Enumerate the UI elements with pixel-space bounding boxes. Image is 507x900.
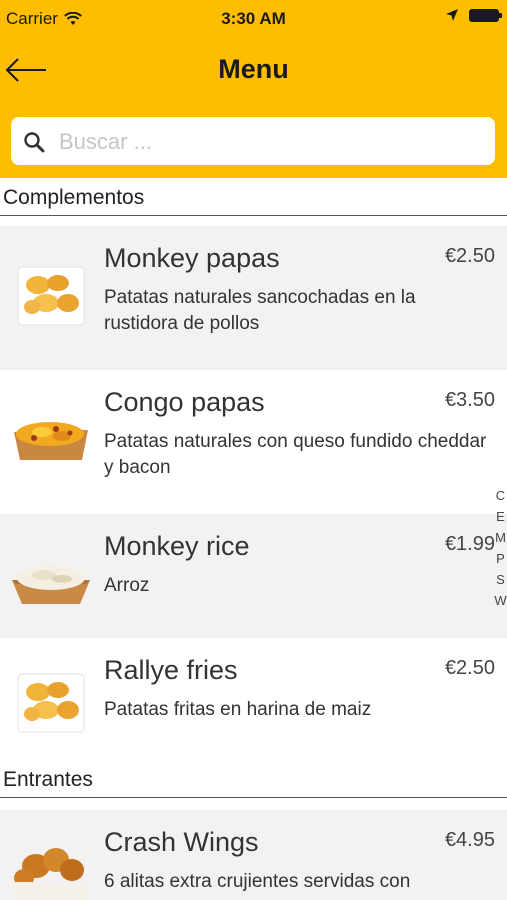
location-arrow-icon	[446, 9, 458, 21]
navigation-bar: Menu	[0, 38, 507, 103]
chicken-bucket-icon	[12, 848, 90, 900]
status-bar: Carrier 3:30 AM	[0, 0, 507, 38]
item-description: 6 alitas extra crujientes servidas con	[104, 871, 411, 892]
search-bar	[0, 103, 507, 178]
menu-item-monkey-papas[interactable]: Monkey papas €2.50 Patatas naturales san…	[0, 226, 507, 370]
item-description: Patatas naturales con queso fundido ched…	[104, 431, 487, 478]
section-index-letter[interactable]: S	[494, 569, 507, 590]
item-price: €2.50	[444, 657, 495, 679]
section-title: Entrantes	[3, 768, 93, 791]
section-title: Complementos	[3, 186, 145, 209]
potato-wedges-icon	[17, 266, 85, 326]
search-icon	[24, 132, 45, 153]
menu-item-crash-wings[interactable]: Crash Wings €4.95 6 alitas extra crujien…	[0, 810, 507, 900]
menu-item-rallye-fries[interactable]: Rallye fries €2.50 Patatas fritas en har…	[0, 638, 507, 760]
status-right	[445, 8, 502, 22]
item-description: Arroz	[104, 575, 150, 596]
search-box[interactable]	[11, 117, 495, 165]
section-header-entrantes: Entrantes	[0, 760, 507, 798]
item-name: Monkey papas	[104, 243, 280, 273]
section-index-bar[interactable]: C E M P S W	[494, 485, 507, 625]
page-title: Menu	[218, 54, 289, 84]
item-name: Congo papas	[104, 387, 265, 417]
status-time: 3:30 AM	[221, 9, 286, 28]
menu-item-monkey-rice[interactable]: Monkey rice €1.99 Arroz	[0, 514, 507, 638]
menu-item-congo-papas[interactable]: Congo papas €3.50 Patatas naturales con …	[0, 370, 507, 514]
section-index-letter[interactable]: W	[494, 590, 507, 611]
search-input[interactable]	[57, 123, 481, 161]
potato-wedges-icon	[17, 673, 85, 733]
section-index-letter[interactable]: P	[494, 548, 507, 569]
item-name: Crash Wings	[104, 827, 259, 857]
item-name: Rallye fries	[104, 655, 238, 685]
item-price: €4.95	[444, 829, 495, 851]
section-index-letter[interactable]: E	[494, 506, 507, 527]
battery-icon	[469, 8, 502, 22]
item-price: €2.50	[444, 245, 495, 267]
item-price: €3.50	[444, 389, 495, 411]
item-name: Monkey rice	[104, 531, 250, 561]
section-index-letter[interactable]: C	[494, 485, 507, 506]
rice-tray-icon	[12, 566, 90, 604]
item-description: Patatas fritas en harina de maiz	[104, 699, 372, 720]
cheese-fries-icon	[14, 422, 88, 460]
section-index-letter[interactable]: M	[494, 527, 507, 548]
item-description: Patatas naturales sancochadas en la rust…	[104, 287, 416, 334]
section-header-complementos: Complementos	[0, 178, 507, 216]
item-price: €1.99	[444, 533, 495, 555]
